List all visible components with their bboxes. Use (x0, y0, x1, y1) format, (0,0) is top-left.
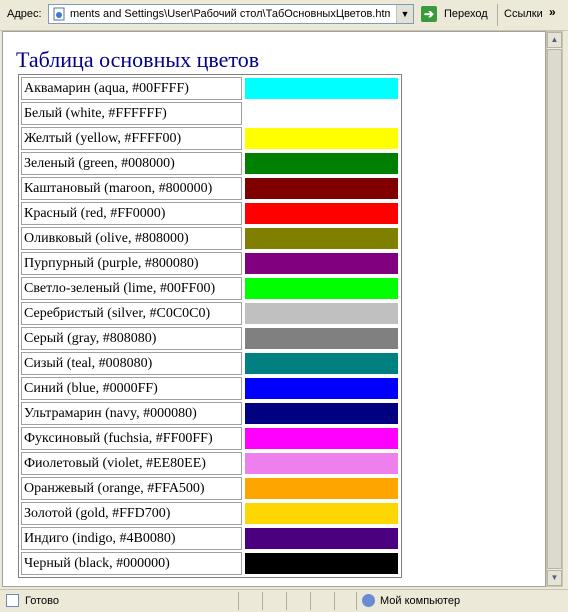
color-swatch (244, 102, 399, 125)
color-row: Серый (gray, #808080) (21, 327, 399, 350)
color-swatch (244, 302, 399, 325)
ie-page-icon (53, 7, 65, 21)
color-row: Красный (red, #FF0000) (21, 202, 399, 225)
color-swatch (244, 452, 399, 475)
page-title: Таблица основных цветов (16, 47, 260, 72)
color-name-cell: Серебристый (silver, #C0C0C0) (21, 302, 242, 325)
color-name-cell: Фиолетовый (violet, #EE80EE) (21, 452, 242, 475)
color-swatch (244, 552, 399, 575)
address-toolbar: Адрес: ments and Settings\User\Рабочий с… (0, 0, 568, 31)
address-dropdown-icon[interactable]: ▼ (396, 5, 413, 23)
status-panel (356, 592, 357, 610)
color-name-cell: Красный (red, #FF0000) (21, 202, 242, 225)
color-swatch (244, 477, 399, 500)
color-row: Пурпурный (purple, #800080) (21, 252, 399, 275)
color-name-cell: Каштановый (maroon, #800000) (21, 177, 242, 200)
color-swatch (244, 77, 399, 100)
security-zone-label: Мой компьютер (380, 595, 461, 607)
content-viewport: Таблица основных цветов Аквамарин (aqua,… (2, 31, 546, 587)
color-row: Серебристый (silver, #C0C0C0) (21, 302, 399, 325)
color-swatch (244, 352, 399, 375)
color-name-cell: Сизый (teal, #008080) (21, 352, 242, 375)
color-name-cell: Оливковый (olive, #808000) (21, 227, 242, 250)
status-panel (334, 592, 335, 610)
status-panel (310, 592, 311, 610)
color-row: Зеленый (green, #008000) (21, 152, 399, 175)
color-name-cell: Светло-зеленый (lime, #00FF00) (21, 277, 242, 300)
color-swatch (244, 277, 399, 300)
status-text: Готово (25, 595, 59, 607)
status-panel (238, 592, 239, 610)
color-name-cell: Золотой (gold, #FFD700) (21, 502, 242, 525)
color-row: Ультрамарин (navy, #000080) (21, 402, 399, 425)
color-swatch (244, 177, 399, 200)
address-input[interactable]: ments and Settings\User\Рабочий стол\Таб… (48, 4, 414, 24)
color-row: Фиолетовый (violet, #EE80EE) (21, 452, 399, 475)
links-button[interactable]: Ссылки (504, 8, 543, 20)
status-bar: Готово Мой компьютер (0, 589, 568, 612)
color-row: Золотой (gold, #FFD700) (21, 502, 399, 525)
status-panel (262, 592, 263, 610)
color-row: Индиго (indigo, #4B0080) (21, 527, 399, 550)
color-name-cell: Белый (white, #FFFFFF) (21, 102, 242, 125)
address-label: Адрес: (7, 8, 42, 20)
color-name-cell: Аквамарин (aqua, #00FFFF) (21, 77, 242, 100)
color-name-cell: Ультрамарин (navy, #000080) (21, 402, 242, 425)
color-swatch (244, 402, 399, 425)
color-row: Оранжевый (orange, #FFA500) (21, 477, 399, 500)
color-swatch (244, 327, 399, 350)
color-name-cell: Желтый (yellow, #FFFF00) (21, 127, 242, 150)
color-name-cell: Пурпурный (purple, #800080) (21, 252, 242, 275)
color-swatch (244, 502, 399, 525)
vertical-scrollbar[interactable]: ▲ ▼ (546, 31, 563, 587)
color-row: Аквамарин (aqua, #00FFFF) (21, 77, 399, 100)
color-name-cell: Оранжевый (orange, #FFA500) (21, 477, 242, 500)
color-row: Каштановый (maroon, #800000) (21, 177, 399, 200)
color-row: Оливковый (olive, #808000) (21, 227, 399, 250)
toolbar-separator (497, 4, 498, 26)
page-done-icon (6, 594, 19, 607)
color-name-cell: Черный (black, #000000) (21, 552, 242, 575)
color-name-cell: Зеленый (green, #008000) (21, 152, 242, 175)
color-swatch (244, 527, 399, 550)
status-panel (286, 592, 287, 610)
scroll-thumb[interactable] (547, 49, 562, 569)
scroll-up-icon[interactable]: ▲ (547, 32, 562, 48)
go-arrow-icon: ➔ (421, 6, 437, 22)
color-row: Белый (white, #FFFFFF) (21, 102, 399, 125)
color-swatch (244, 127, 399, 150)
color-row: Сизый (teal, #008080) (21, 352, 399, 375)
color-row: Черный (black, #000000) (21, 552, 399, 575)
color-table: Аквамарин (aqua, #00FFFF) Белый (white, #… (18, 74, 402, 578)
color-name-cell: Индиго (indigo, #4B0080) (21, 527, 242, 550)
chevron-more-icon[interactable]: » (549, 5, 556, 19)
my-computer-icon (362, 594, 375, 607)
color-swatch (244, 152, 399, 175)
color-swatch (244, 202, 399, 225)
color-row: Фуксиновый (fuchsia, #FF00FF) (21, 427, 399, 450)
color-swatch (244, 377, 399, 400)
scroll-down-icon[interactable]: ▼ (547, 570, 562, 586)
go-label: Переход (444, 8, 488, 20)
color-name-cell: Фуксиновый (fuchsia, #FF00FF) (21, 427, 242, 450)
color-swatch (244, 427, 399, 450)
color-name-cell: Синий (blue, #0000FF) (21, 377, 242, 400)
color-row: Светло-зеленый (lime, #00FF00) (21, 277, 399, 300)
address-value[interactable]: ments and Settings\User\Рабочий стол\Таб… (70, 8, 390, 20)
color-swatch (244, 252, 399, 275)
color-name-cell: Серый (gray, #808080) (21, 327, 242, 350)
color-swatch (244, 227, 399, 250)
color-row: Синий (blue, #0000FF) (21, 377, 399, 400)
color-row: Желтый (yellow, #FFFF00) (21, 127, 399, 150)
